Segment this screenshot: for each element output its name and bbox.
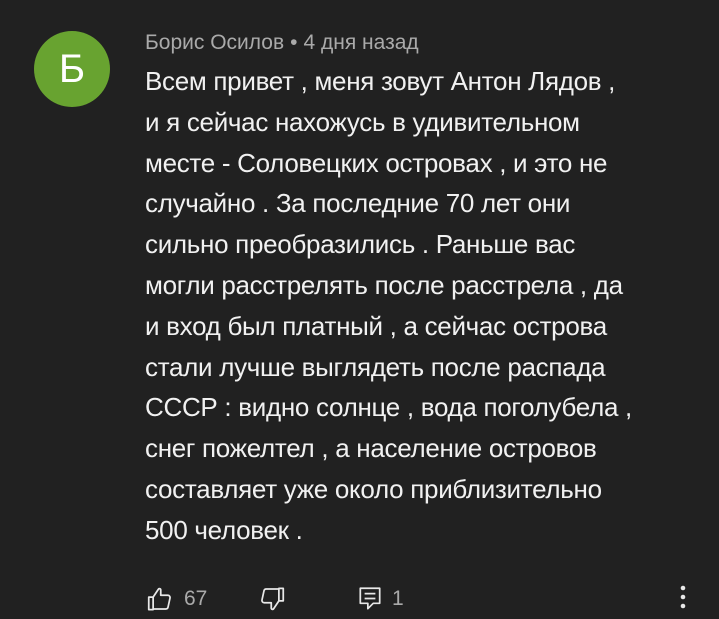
comment-header: Борис Осилов • 4 дня назад (145, 30, 419, 56)
avatar-letter: Б (58, 46, 86, 91)
thumb-down-icon (257, 584, 287, 614)
dislike-button[interactable] (257, 584, 287, 614)
like-count: 67 (184, 587, 208, 610)
comment-actions: 67 1 (0, 578, 719, 618)
author-name[interactable]: Борис Осилов (145, 31, 284, 54)
header-separator: • (290, 31, 298, 54)
like-button[interactable]: 67 (145, 584, 207, 614)
avatar[interactable]: Б (34, 31, 110, 107)
thumb-up-icon (145, 584, 175, 614)
more-vertical-icon (679, 584, 687, 610)
comment-text: Всем привет , меня зовут Антон Лядов , и… (145, 66, 632, 545)
more-button[interactable] (670, 582, 696, 612)
reply-icon (357, 585, 383, 613)
reply-count: 1 (392, 587, 404, 610)
comment-time[interactable]: 4 дня назад (303, 31, 418, 54)
reply-button[interactable]: 1 (357, 585, 404, 613)
